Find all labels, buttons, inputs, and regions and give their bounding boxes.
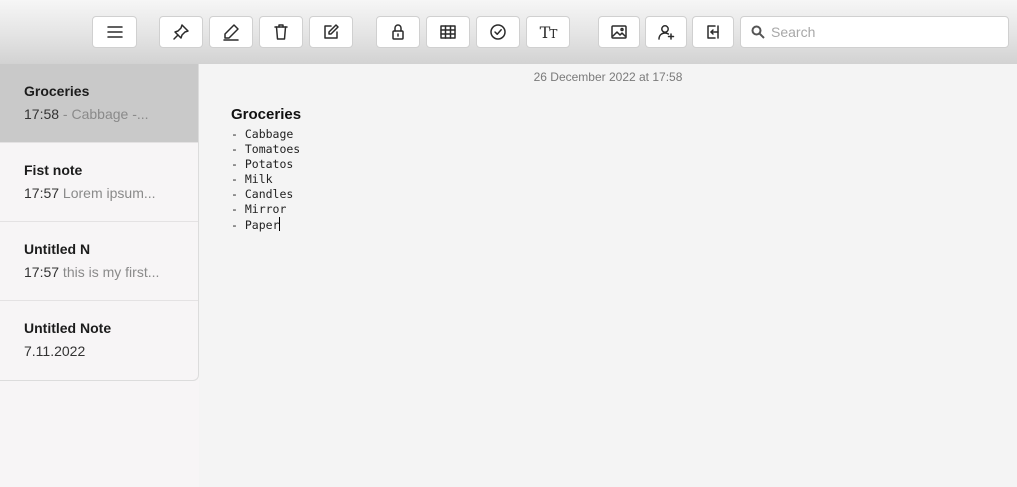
search-icon <box>751 25 765 39</box>
text-format-icon: TT <box>539 22 558 42</box>
share-button[interactable] <box>645 16 687 48</box>
note-line-last[interactable]: - Paper <box>231 217 300 233</box>
note-list-item[interactable]: Fist note 17:57 Lorem ipsum... <box>0 143 198 222</box>
note-list-item[interactable]: Untitled N 17:57 this is my first... <box>0 222 198 301</box>
note-time: 7.11.2022 <box>24 343 86 359</box>
search-field[interactable] <box>740 16 1009 48</box>
note-preview: Lorem ipsum... <box>59 185 156 201</box>
note-meta: 7.11.2022 <box>24 343 198 359</box>
note-preview: - Cabbage -... <box>59 106 149 122</box>
toolbar: TT <box>0 0 1017 64</box>
notes-list: Groceries 17:58 - Cabbage -... Fist note… <box>0 64 199 381</box>
note-title: Untitled Note <box>24 320 112 336</box>
note-preview: this is my first... <box>59 264 160 280</box>
add-person-icon <box>658 25 675 40</box>
menu-icon <box>106 26 123 38</box>
note-body[interactable]: - Cabbage - Tomatoes - Potatos - Milk - … <box>231 127 300 233</box>
note-line[interactable]: - Mirror <box>231 202 300 217</box>
lock-icon <box>392 24 404 40</box>
pin-button[interactable] <box>159 16 203 48</box>
note-title: Untitled N <box>24 241 91 257</box>
export-icon <box>707 25 719 39</box>
note-list-item[interactable]: Groceries 17:58 - Cabbage -... <box>0 64 198 143</box>
pen-button[interactable] <box>209 16 253 48</box>
text-caret <box>279 217 281 231</box>
sidebar: Groceries 17:58 - Cabbage -... Fist note… <box>0 64 199 487</box>
note-date: 26 December 2022 at 17:58 <box>533 70 683 84</box>
pen-icon <box>223 24 239 41</box>
image-icon <box>611 25 627 39</box>
delete-button[interactable] <box>259 16 303 48</box>
trash-icon <box>274 24 288 40</box>
note-line[interactable]: - Potatos <box>231 157 300 172</box>
note-time: 17:57 <box>24 264 60 280</box>
format-button[interactable]: TT <box>526 16 570 48</box>
check-circle-icon <box>490 24 506 40</box>
note-title: Groceries <box>24 83 90 99</box>
table-icon <box>440 25 456 39</box>
note-line[interactable]: - Candles <box>231 187 300 202</box>
export-button[interactable] <box>692 16 734 48</box>
search-input[interactable] <box>771 24 1001 40</box>
note-line-text[interactable]: - Paper <box>231 218 279 232</box>
note-heading[interactable]: Groceries <box>231 106 301 123</box>
new-note-button[interactable] <box>309 16 353 48</box>
image-button[interactable] <box>598 16 640 48</box>
note-time: 17:57 <box>24 185 60 201</box>
note-line[interactable]: - Cabbage <box>231 127 300 142</box>
note-line[interactable]: - Milk <box>231 172 300 187</box>
note-editor[interactable]: 26 December 2022 at 17:58 Groceries - Ca… <box>199 64 1017 487</box>
lock-button[interactable] <box>376 16 420 48</box>
note-meta: 17:58 - Cabbage -... <box>24 106 198 122</box>
note-title: Fist note <box>24 162 83 178</box>
note-time: 17:58 <box>24 106 60 122</box>
table-button[interactable] <box>426 16 470 48</box>
pin-icon <box>173 24 189 40</box>
checklist-button[interactable] <box>476 16 520 48</box>
menu-button[interactable] <box>92 16 137 48</box>
compose-icon <box>324 24 339 39</box>
note-line[interactable]: - Tomatoes <box>231 142 300 157</box>
note-meta: 17:57 this is my first... <box>24 264 198 280</box>
note-list-item[interactable]: Untitled Note 7.11.2022 <box>0 301 198 380</box>
note-meta: 17:57 Lorem ipsum... <box>24 185 198 201</box>
